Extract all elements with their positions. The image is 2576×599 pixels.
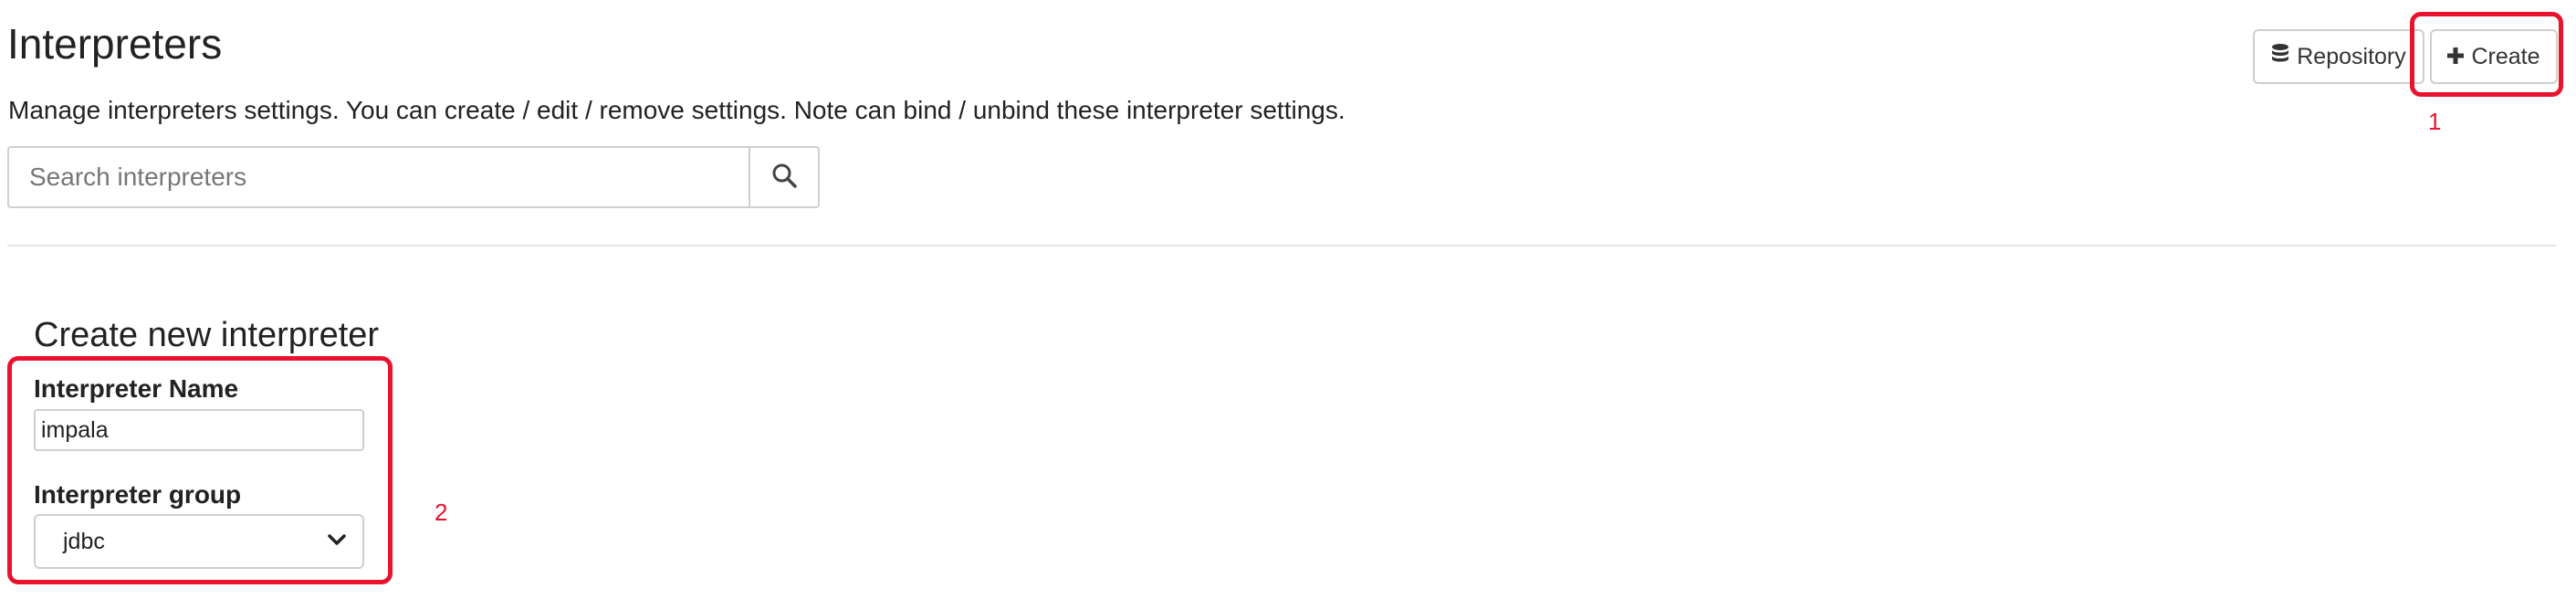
page-title: Interpreters [7, 20, 223, 68]
annotation-highlight-create [2410, 12, 2563, 97]
repository-button-label: Repository [2297, 43, 2406, 69]
page-description: Manage interpreters settings. You can cr… [8, 96, 1346, 124]
repository-button[interactable]: Repository [2253, 29, 2424, 84]
annotation-marker-1: 1 [2428, 108, 2442, 135]
annotation-marker-2: 2 [435, 499, 448, 526]
search-icon [771, 163, 797, 193]
search-input[interactable] [7, 146, 749, 208]
search-button[interactable] [749, 146, 820, 208]
database-icon [2271, 43, 2289, 71]
search-bar [7, 146, 820, 208]
annotation-highlight-form [7, 356, 393, 584]
create-form-title: Create new interpreter [34, 316, 380, 354]
section-divider [7, 245, 2556, 247]
